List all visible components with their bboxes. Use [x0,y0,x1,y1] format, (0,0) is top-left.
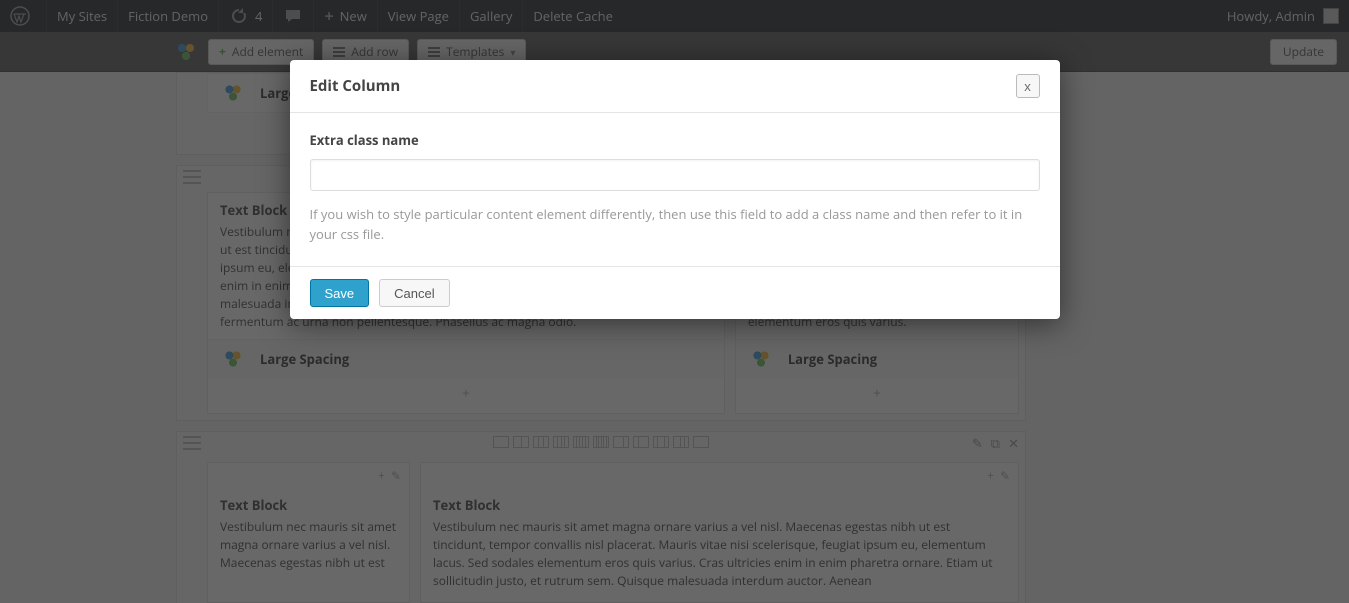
extra-class-label: Extra class name [310,131,1040,149]
modal-body: Extra class name If you wish to style pa… [290,113,1060,266]
edit-column-modal: Edit Column x Extra class name If you wi… [290,60,1060,319]
modal-header: Edit Column x [290,60,1060,113]
modal-footer: Save Cancel [290,266,1060,319]
save-button[interactable]: Save [310,279,370,307]
extra-class-input[interactable] [310,159,1040,191]
modal-title: Edit Column [310,76,401,96]
cancel-button[interactable]: Cancel [379,279,449,307]
modal-close-button[interactable]: x [1016,74,1040,98]
close-icon: x [1024,77,1031,95]
extra-class-hint: If you wish to style particular content … [310,205,1040,244]
